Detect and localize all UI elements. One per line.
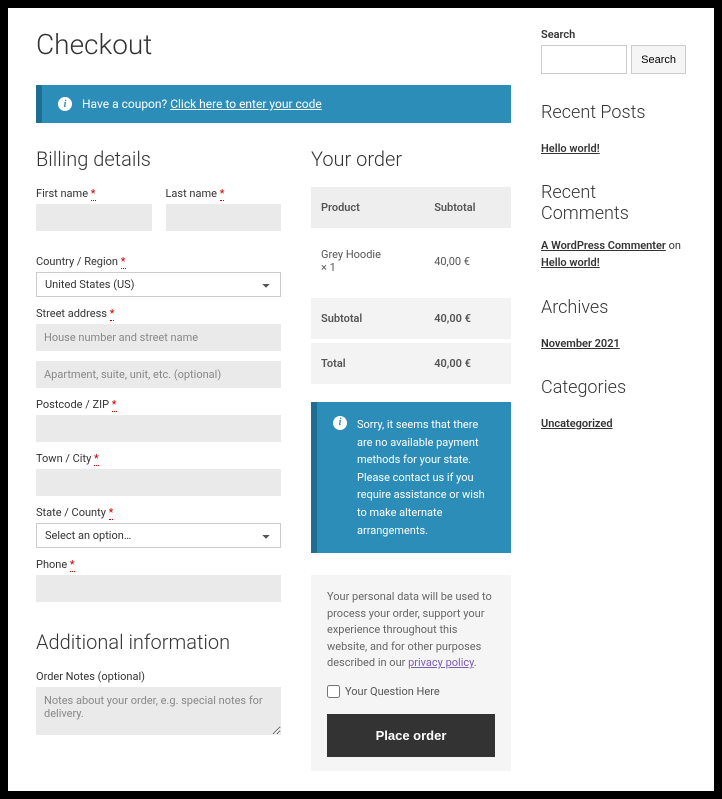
coupon-banner: i Have a coupon? Click here to enter you… — [36, 85, 511, 123]
coupon-link[interactable]: Click here to enter your code — [170, 97, 322, 111]
recent-comments-heading: Recent Comments — [541, 182, 686, 224]
coupon-prompt: Have a coupon? — [82, 97, 167, 111]
item-name: Grey Hoodie — [321, 248, 381, 261]
recent-post-link[interactable]: Hello world! — [541, 142, 600, 155]
table-row: Grey Hoodie× 1 40,00 € — [311, 228, 511, 296]
product-header: Product — [311, 187, 424, 228]
subtotal-label: Subtotal — [311, 296, 424, 341]
on-text: on — [666, 239, 681, 252]
total-value: 40,00 € — [424, 341, 511, 384]
first-name-label: First name * — [36, 187, 152, 200]
question-label: Your Question Here — [345, 684, 440, 701]
state-label: State / County * — [36, 506, 281, 519]
country-select[interactable]: United States (US) — [36, 272, 281, 297]
commenter-link[interactable]: A WordPress Commenter — [541, 239, 666, 252]
last-name-input[interactable] — [166, 204, 282, 231]
archives-heading: Archives — [541, 297, 686, 318]
item-total: 40,00 € — [424, 228, 511, 296]
place-order-button[interactable]: Place order — [327, 714, 495, 757]
privacy-link[interactable]: privacy policy — [408, 656, 474, 669]
item-qty: × 1 — [321, 261, 336, 274]
postcode-label: Postcode / ZIP * — [36, 398, 281, 411]
phone-label: Phone * — [36, 558, 281, 571]
no-payment-text: Sorry, it seems that there are no availa… — [357, 416, 495, 539]
additional-heading: Additional information — [36, 630, 281, 654]
search-label: Search — [541, 28, 686, 41]
search-input[interactable] — [541, 45, 627, 74]
categories-heading: Categories — [541, 377, 686, 398]
total-label: Total — [311, 341, 424, 384]
notes-input[interactable] — [36, 687, 281, 735]
last-name-label: Last name * — [166, 187, 282, 200]
street2-input[interactable] — [36, 361, 281, 388]
privacy-box: Your personal data will be used to proce… — [311, 575, 511, 771]
info-icon: i — [333, 416, 347, 430]
notes-label: Order Notes (optional) — [36, 670, 281, 683]
phone-input[interactable] — [36, 575, 281, 602]
postcode-input[interactable] — [36, 415, 281, 442]
state-select[interactable]: Select an option… — [36, 523, 281, 548]
subtotal-header: Subtotal — [424, 187, 511, 228]
category-link[interactable]: Uncategorized — [541, 417, 613, 430]
recent-posts-heading: Recent Posts — [541, 102, 686, 123]
order-table: Product Subtotal Grey Hoodie× 1 40,00 € … — [311, 187, 511, 384]
street-label: Street address * — [36, 307, 281, 320]
town-label: Town / City * — [36, 452, 281, 465]
street-input[interactable] — [36, 324, 281, 351]
info-icon: i — [58, 97, 72, 111]
first-name-input[interactable] — [36, 204, 152, 231]
country-label: Country / Region * — [36, 255, 281, 268]
page-title: Checkout — [36, 28, 511, 61]
billing-heading: Billing details — [36, 147, 281, 171]
archive-link[interactable]: November 2021 — [541, 337, 620, 350]
subtotal-value: 40,00 € — [424, 296, 511, 341]
search-button[interactable]: Search — [631, 45, 686, 74]
town-input[interactable] — [36, 469, 281, 496]
payment-notice: i Sorry, it seems that there are no avai… — [311, 402, 511, 553]
order-heading: Your order — [311, 147, 511, 171]
question-checkbox[interactable] — [327, 685, 340, 698]
comment-post-link[interactable]: Hello world! — [541, 256, 600, 269]
